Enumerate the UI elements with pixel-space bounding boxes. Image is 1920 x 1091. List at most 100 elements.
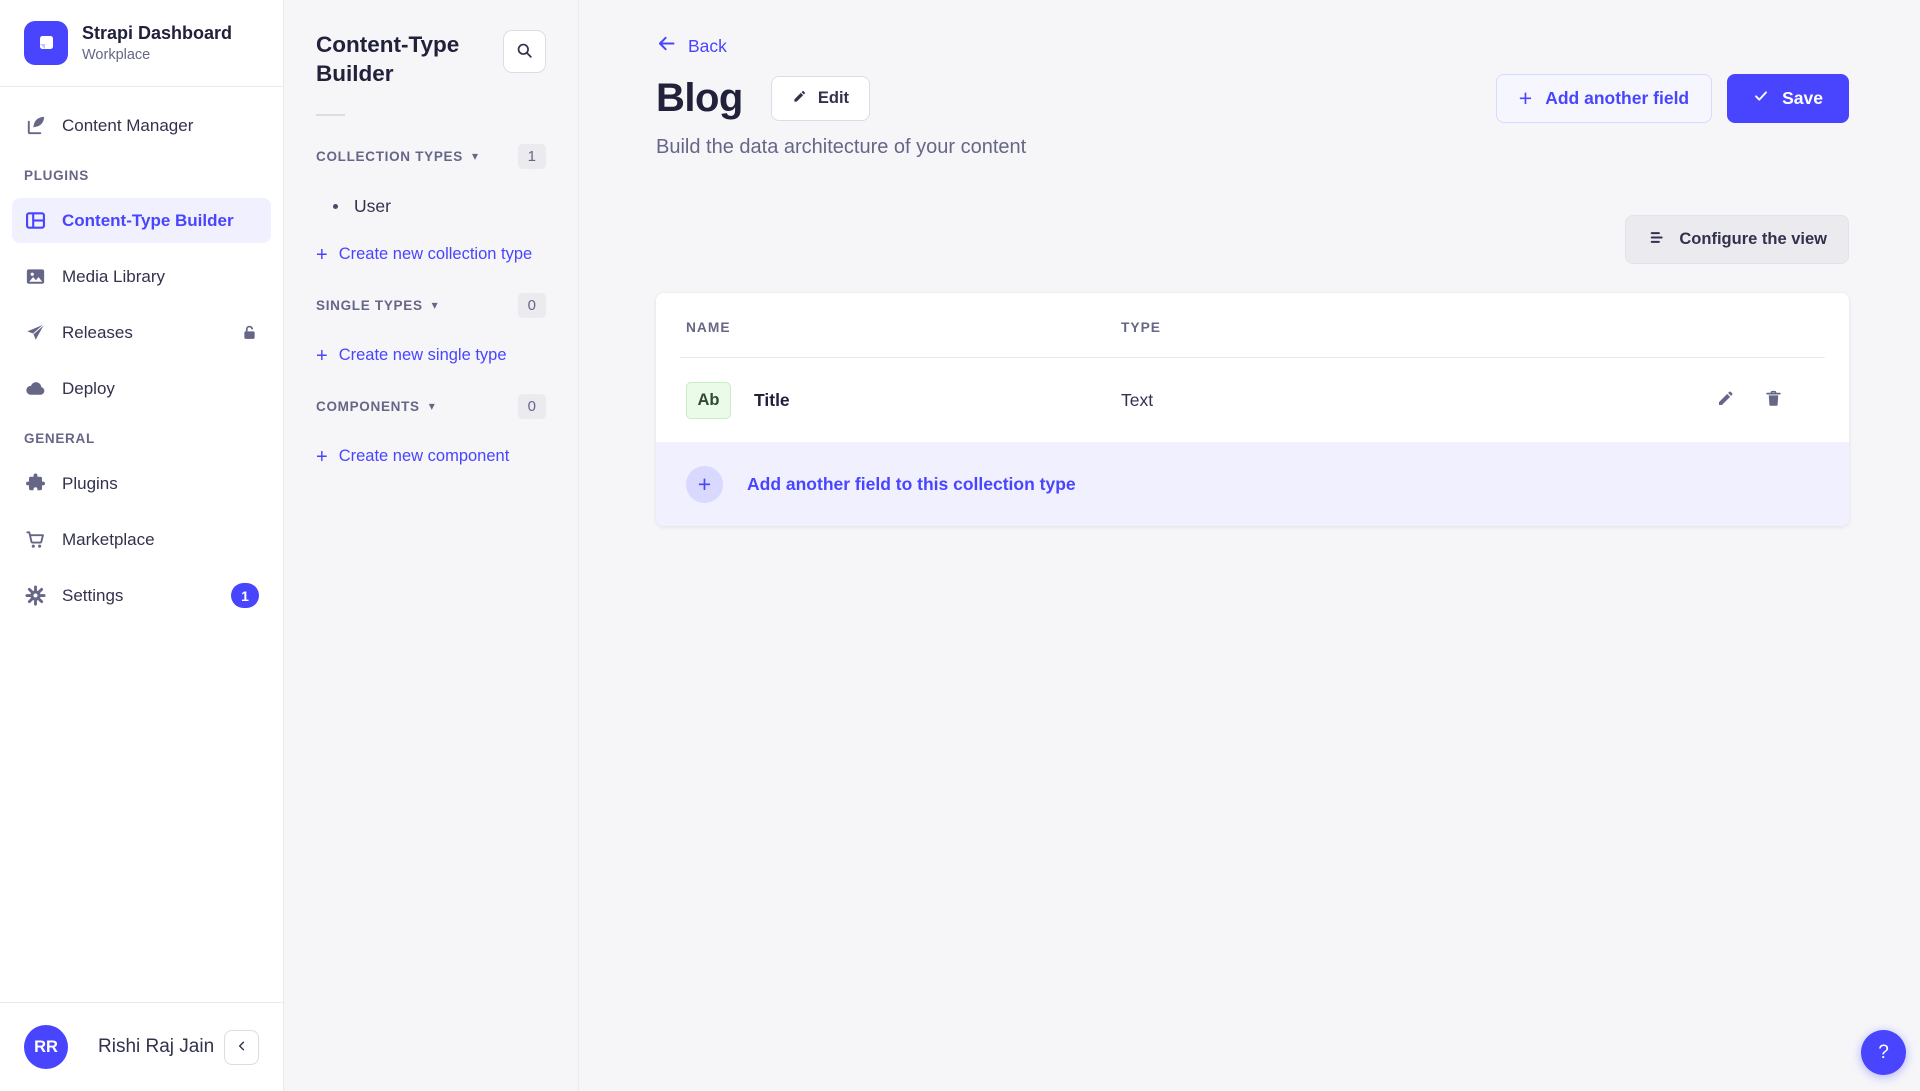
create-single-type-label: Create new single type <box>339 346 507 365</box>
header-actions: + Add another field Save <box>1496 74 1849 123</box>
puzzle-icon <box>24 472 47 495</box>
chevron-down-icon: ▾ <box>429 400 435 412</box>
check-icon <box>1753 88 1769 109</box>
text-field-type-badge: Ab <box>686 382 731 419</box>
create-collection-type-label: Create new collection type <box>339 245 533 264</box>
group-count-badge: 0 <box>518 394 546 419</box>
trash-icon <box>1764 389 1783 411</box>
brand-subtitle: Workplace <box>82 47 232 63</box>
sidebar-item-label: Releases <box>62 323 133 343</box>
sidebar-item-label: Content-Type Builder <box>62 211 234 231</box>
plus-icon: + <box>316 346 328 366</box>
add-field-to-collection-label: Add another field to this collection typ… <box>747 474 1076 495</box>
sidebar-footer: RR Rishi Raj Jain <box>0 1002 283 1091</box>
create-component-link[interactable]: + Create new component <box>316 447 546 467</box>
page-header: Blog Edit + Add another field <box>656 74 1849 123</box>
content-type-builder-icon <box>24 209 47 232</box>
subnav-divider <box>316 114 345 116</box>
subnav-title: Content-Type Builder <box>316 30 481 89</box>
field-name-cell: Ab Title <box>686 382 1121 419</box>
save-button[interactable]: Save <box>1727 74 1849 123</box>
sidebar-item-deploy[interactable]: Deploy <box>12 366 271 411</box>
field-type: Text <box>1121 390 1589 411</box>
save-label: Save <box>1782 88 1823 109</box>
table-header-row: NAME TYPE <box>656 293 1849 357</box>
sidebar-item-plugins[interactable]: Plugins <box>12 461 271 506</box>
page-subtitle: Build the data architecture of your cont… <box>656 136 1849 159</box>
sidebar-item-content-type-builder[interactable]: Content-Type Builder <box>12 198 271 243</box>
plus-icon: + <box>316 447 328 467</box>
paper-plane-icon <box>24 321 47 344</box>
sidebar-item-settings[interactable]: Settings 1 <box>12 573 271 618</box>
column-header-type: TYPE <box>1121 320 1589 335</box>
avatar[interactable]: RR <box>24 1025 68 1069</box>
create-single-type-link[interactable]: + Create new single type <box>316 346 546 366</box>
sidebar-item-label: Marketplace <box>62 530 155 550</box>
strapi-logo-icon <box>24 21 68 65</box>
group-label: COMPONENTS <box>316 399 420 414</box>
collapse-sidebar-button[interactable] <box>224 1030 259 1065</box>
subnav-header: Content-Type Builder <box>316 30 546 89</box>
configure-the-view-button[interactable]: Configure the view <box>1625 215 1849 264</box>
create-collection-type-link[interactable]: + Create new collection type <box>316 245 546 265</box>
chevron-down-icon: ▾ <box>432 299 438 311</box>
plus-circle-icon: + <box>686 466 723 503</box>
collection-type-item-user[interactable]: User <box>333 196 546 217</box>
layout-lines-icon <box>1647 228 1666 252</box>
arrow-left-icon <box>656 33 677 59</box>
cloud-icon <box>24 377 47 400</box>
search-icon <box>515 41 534 63</box>
plus-icon: + <box>698 471 711 498</box>
back-label: Back <box>688 36 727 57</box>
lock-icon <box>240 323 259 342</box>
add-field-to-collection-button[interactable]: + Add another field to this collection t… <box>656 442 1849 526</box>
group-components[interactable]: COMPONENTS ▾ 0 <box>316 394 546 419</box>
sidebar-nav: Content Manager PLUGINS Content-Type Bui… <box>0 87 283 1002</box>
group-count-badge: 1 <box>518 144 546 169</box>
sidebar-item-label: Settings <box>62 586 123 606</box>
edit-button[interactable]: Edit <box>771 76 870 121</box>
configure-row: Configure the view <box>656 215 1849 264</box>
sidebar-item-label: Deploy <box>62 379 115 399</box>
brand-title: Strapi Dashboard <box>82 23 232 45</box>
help-button[interactable]: ? <box>1861 1030 1906 1075</box>
page-title: Blog <box>656 76 743 121</box>
primary-sidebar: Strapi Dashboard Workplace Content Manag… <box>0 0 284 1091</box>
field-name: Title <box>754 390 790 411</box>
sidebar-item-releases[interactable]: Releases <box>12 310 271 355</box>
content-manager-icon <box>24 114 47 137</box>
table-row[interactable]: Ab Title Text <box>656 358 1849 442</box>
settings-notification-badge: 1 <box>231 583 259 608</box>
workspace-brand[interactable]: Strapi Dashboard Workplace <box>0 0 283 87</box>
edit-field-button[interactable] <box>1716 389 1735 411</box>
back-link[interactable]: Back <box>656 33 727 59</box>
delete-field-button[interactable] <box>1764 389 1783 411</box>
group-single-types[interactable]: SINGLE TYPES ▾ 0 <box>316 293 546 318</box>
configure-the-view-label: Configure the view <box>1679 230 1827 249</box>
sidebar-item-marketplace[interactable]: Marketplace <box>12 517 271 562</box>
pencil-icon <box>792 89 807 109</box>
group-collection-types[interactable]: COLLECTION TYPES ▾ 1 <box>316 144 546 169</box>
sidebar-item-content-manager[interactable]: Content Manager <box>12 103 271 148</box>
add-another-field-label: Add another field <box>1545 88 1689 109</box>
add-another-field-button[interactable]: + Add another field <box>1496 74 1712 123</box>
gear-icon <box>24 584 47 607</box>
sidebar-item-media-library[interactable]: Media Library <box>12 254 271 299</box>
bullet-icon <box>333 204 338 209</box>
pencil-icon <box>1716 389 1735 411</box>
app-root: Strapi Dashboard Workplace Content Manag… <box>0 0 1920 1091</box>
sidebar-item-label: Content Manager <box>62 116 193 136</box>
group-count-badge: 0 <box>518 293 546 318</box>
main-content: Back Blog Edit + Add another field <box>579 0 1920 1091</box>
group-label: SINGLE TYPES <box>316 298 423 313</box>
content-type-builder-subnav: Content-Type Builder COLLECTION TYPES ▾ … <box>284 0 579 1091</box>
sidebar-item-label: Plugins <box>62 474 118 494</box>
question-mark-icon: ? <box>1878 1042 1889 1064</box>
search-button[interactable] <box>503 30 546 73</box>
brand-text: Strapi Dashboard Workplace <box>82 23 232 64</box>
fields-table-card: NAME TYPE Ab Title Text <box>656 293 1849 526</box>
create-component-label: Create new component <box>339 447 510 466</box>
plus-icon: + <box>316 245 328 265</box>
media-library-icon <box>24 265 47 288</box>
user-name: Rishi Raj Jain <box>98 1036 214 1058</box>
